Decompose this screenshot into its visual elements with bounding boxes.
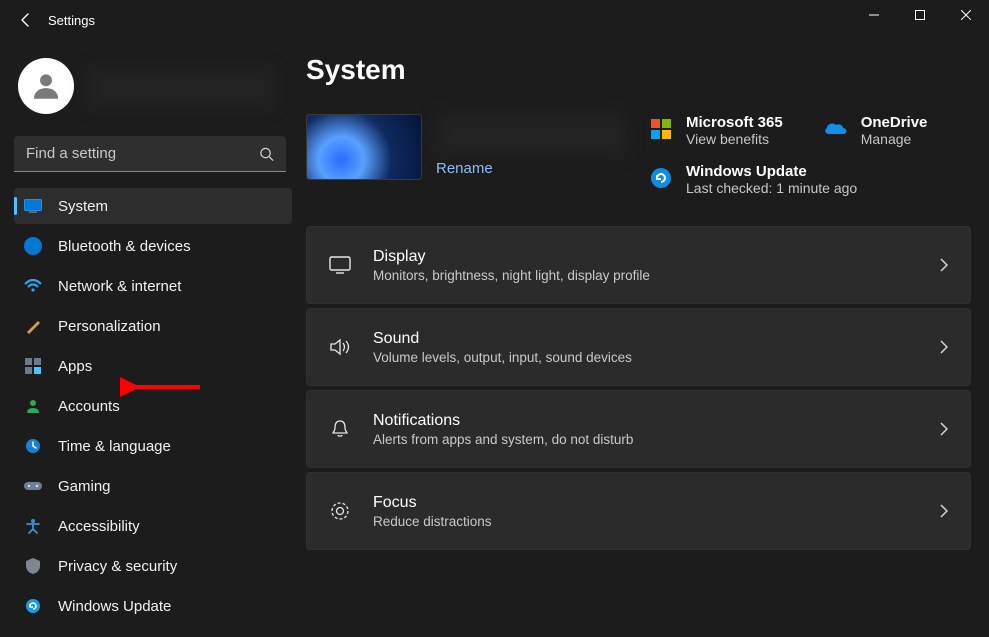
wifi-icon xyxy=(24,277,42,295)
device-name-redacted xyxy=(436,114,626,154)
chevron-right-icon xyxy=(940,504,948,518)
tile-sub: Last checked: 1 minute ago xyxy=(686,180,857,196)
sidebar-item-label: Time & language xyxy=(58,438,171,455)
person-icon xyxy=(24,397,42,415)
headband: Rename Microsoft 365 View benefits xyxy=(306,114,971,196)
card-notifications[interactable]: Notifications Alerts from apps and syste… xyxy=(306,390,971,468)
back-button[interactable] xyxy=(16,10,36,30)
clock-icon xyxy=(24,437,42,455)
chevron-right-icon xyxy=(940,258,948,272)
search-wrap xyxy=(14,136,286,172)
card-sub: Monitors, brightness, night light, displ… xyxy=(373,268,918,283)
card-sub: Reduce distractions xyxy=(373,514,918,529)
search-icon xyxy=(259,147,274,162)
card-title: Notifications xyxy=(373,412,918,430)
shield-icon xyxy=(24,557,42,575)
bluetooth-icon xyxy=(24,237,42,255)
tile-onedrive[interactable]: OneDrive Manage xyxy=(823,114,928,147)
paintbrush-icon xyxy=(24,317,42,335)
ms365-icon xyxy=(648,116,674,142)
sidebar: System Bluetooth & devices Network & int… xyxy=(0,40,300,637)
onedrive-icon xyxy=(823,116,849,142)
sidebar-item-accessibility[interactable]: Accessibility xyxy=(14,508,292,544)
nav-list: System Bluetooth & devices Network & int… xyxy=(14,188,292,624)
sidebar-item-accounts[interactable]: Accounts xyxy=(14,388,292,424)
avatar xyxy=(18,58,74,114)
window-controls xyxy=(851,0,989,30)
card-title: Display xyxy=(373,248,918,266)
card-title: Focus xyxy=(373,494,918,512)
sidebar-item-network[interactable]: Network & internet xyxy=(14,268,292,304)
sidebar-item-label: Windows Update xyxy=(58,598,171,615)
sidebar-item-label: Privacy & security xyxy=(58,558,177,575)
update-icon xyxy=(24,597,42,615)
gamepad-icon xyxy=(24,477,42,495)
minimize-button[interactable] xyxy=(851,0,897,30)
card-sub: Volume levels, output, input, sound devi… xyxy=(373,350,918,365)
titlebar: Settings xyxy=(0,0,989,40)
tile-sub: View benefits xyxy=(686,131,783,147)
sidebar-item-personalization[interactable]: Personalization xyxy=(14,308,292,344)
device-card: Rename xyxy=(306,114,626,180)
tile-ms365[interactable]: Microsoft 365 View benefits xyxy=(648,114,783,147)
sidebar-item-label: Gaming xyxy=(58,478,111,495)
sidebar-item-label: Accounts xyxy=(58,398,120,415)
device-wallpaper xyxy=(306,114,422,180)
apps-icon xyxy=(24,357,42,375)
sidebar-item-apps[interactable]: Apps xyxy=(14,348,292,384)
update-icon xyxy=(648,165,674,191)
sidebar-item-label: Network & internet xyxy=(58,278,181,295)
sidebar-item-update[interactable]: Windows Update xyxy=(14,588,292,624)
sidebar-item-time[interactable]: Time & language xyxy=(14,428,292,464)
monitor-icon xyxy=(24,197,42,215)
focus-icon xyxy=(329,500,351,522)
display-icon xyxy=(329,254,351,276)
rename-link[interactable]: Rename xyxy=(436,160,626,177)
bell-icon xyxy=(329,418,351,440)
profile-block[interactable] xyxy=(14,50,292,136)
window-title: Settings xyxy=(48,13,95,28)
sidebar-item-label: Accessibility xyxy=(58,518,140,535)
card-title: Sound xyxy=(373,330,918,348)
tile-title: Windows Update xyxy=(686,163,857,180)
sidebar-item-label: Personalization xyxy=(58,318,161,335)
sidebar-item-label: Bluetooth & devices xyxy=(58,238,191,255)
sidebar-item-bluetooth[interactable]: Bluetooth & devices xyxy=(14,228,292,264)
sidebar-item-label: System xyxy=(58,198,108,215)
tile-title: OneDrive xyxy=(861,114,928,131)
search-input[interactable] xyxy=(14,136,286,172)
tile-windows-update[interactable]: Windows Update Last checked: 1 minute ag… xyxy=(648,163,857,196)
card-sound[interactable]: Sound Volume levels, output, input, soun… xyxy=(306,308,971,386)
main-pane: System Rename Microsoft 365 xyxy=(300,40,989,637)
maximize-button[interactable] xyxy=(897,0,943,30)
chevron-right-icon xyxy=(940,340,948,354)
page-title: System xyxy=(306,54,971,86)
sidebar-item-privacy[interactable]: Privacy & security xyxy=(14,548,292,584)
card-sub: Alerts from apps and system, do not dist… xyxy=(373,432,918,447)
sidebar-item-system[interactable]: System xyxy=(14,188,292,224)
accessibility-icon xyxy=(24,517,42,535)
tile-sub: Manage xyxy=(861,131,928,147)
card-focus[interactable]: Focus Reduce distractions xyxy=(306,472,971,550)
profile-name-redacted xyxy=(86,67,276,109)
sidebar-item-label: Apps xyxy=(58,358,92,375)
settings-cards: Display Monitors, brightness, night ligh… xyxy=(306,226,971,550)
close-button[interactable] xyxy=(943,0,989,30)
card-display[interactable]: Display Monitors, brightness, night ligh… xyxy=(306,226,971,304)
sidebar-item-gaming[interactable]: Gaming xyxy=(14,468,292,504)
sound-icon xyxy=(329,336,351,358)
chevron-right-icon xyxy=(940,422,948,436)
tile-title: Microsoft 365 xyxy=(686,114,783,131)
